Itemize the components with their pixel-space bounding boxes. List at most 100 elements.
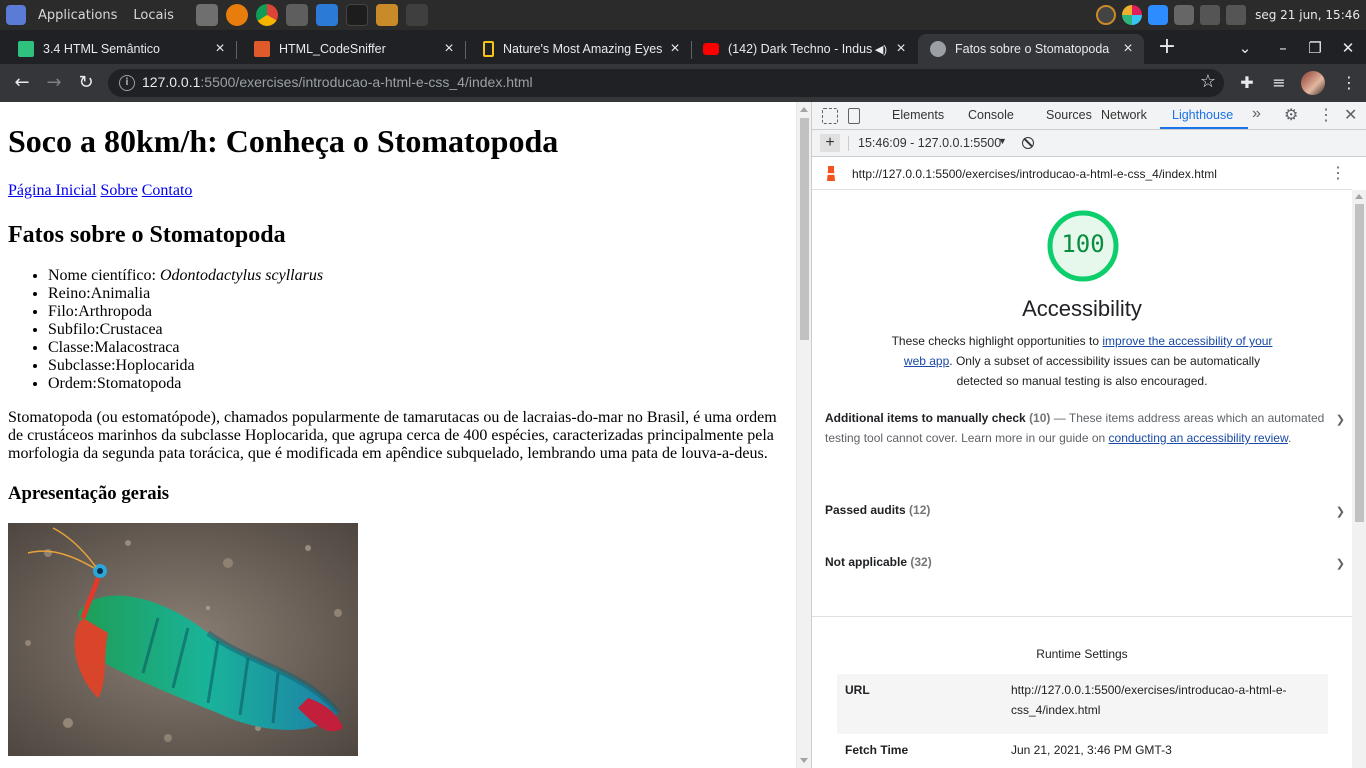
minimize-button[interactable]: – xyxy=(1271,36,1295,60)
clear-reports-icon[interactable] xyxy=(1022,137,1034,149)
facts-list: Nome científico: Odontodactylus scyllaru… xyxy=(48,267,323,393)
group-passed-audits[interactable]: Passed audits (12) ❯ xyxy=(825,500,1345,522)
fact-label: Ordem: xyxy=(48,375,97,392)
group-title: Not applicable xyxy=(825,555,908,569)
facts-heading: Fatos sobre o Stomatopoda xyxy=(8,222,286,248)
device-toolbar-icon[interactable] xyxy=(848,108,860,124)
maximize-button[interactable]: ❐ xyxy=(1303,36,1327,60)
group-count: (32) xyxy=(910,555,932,569)
slack-tray-icon[interactable] xyxy=(1122,5,1143,25)
file-manager-launcher-icon[interactable] xyxy=(195,4,218,26)
url-text[interactable]: 127.0.0.1:5500/exercises/introducao-a-ht… xyxy=(142,74,533,90)
search-launcher-icon[interactable] xyxy=(405,4,428,26)
forward-button[interactable]: → xyxy=(42,71,66,95)
fact-label: Subfilo: xyxy=(48,321,100,338)
tab-sources[interactable]: Sources xyxy=(1046,108,1092,122)
report-selector[interactable]: 15:46:09 - 127.0.0.1:5500 xyxy=(858,136,1001,150)
tab-html-semantico[interactable]: 3.4 HTML Semântico × xyxy=(0,34,237,64)
folder-launcher-icon[interactable] xyxy=(285,4,308,26)
close-tab-icon[interactable]: × xyxy=(665,40,685,58)
scroll-up-arrow-icon[interactable] xyxy=(800,107,808,112)
close-tab-icon[interactable]: × xyxy=(1118,40,1138,58)
archive-launcher-icon[interactable] xyxy=(375,4,398,26)
chrome-launcher-icon[interactable] xyxy=(255,4,278,26)
chrome-menu-icon[interactable]: ⋮ xyxy=(1339,73,1359,93)
scroll-up-arrow-icon[interactable] xyxy=(1355,194,1363,199)
reload-button[interactable]: ↻ xyxy=(74,71,98,95)
scrollbar-thumb[interactable] xyxy=(1355,204,1364,522)
new-tab-button[interactable]: + xyxy=(1155,36,1179,60)
tab-html-codesniffer[interactable]: HTML_CodeSniffer × xyxy=(236,34,466,64)
wifi-tray-icon[interactable] xyxy=(1226,5,1247,25)
nav-link-contact[interactable]: Contato xyxy=(142,182,193,199)
places-menu[interactable]: Locais xyxy=(125,8,181,23)
crosshair-tray-icon[interactable] xyxy=(1096,5,1117,25)
list-item: Subclasse:Hoplocarida xyxy=(48,357,323,375)
nav-link-about[interactable]: Sobre xyxy=(100,182,137,199)
profile-avatar[interactable] xyxy=(1301,71,1325,95)
nav-link-home[interactable]: Página Inicial xyxy=(8,182,96,199)
natgeo-icon xyxy=(483,41,494,57)
document-icon xyxy=(18,41,34,57)
accessibility-review-link[interactable]: conducting an accessibility review xyxy=(1109,431,1288,445)
scrollbar-thumb[interactable] xyxy=(800,118,809,340)
scroll-down-arrow-icon[interactable] xyxy=(800,758,808,763)
chevron-down-icon[interactable]: ❯ xyxy=(1336,502,1345,522)
close-tab-icon[interactable]: × xyxy=(891,40,911,58)
active-tab-indicator xyxy=(1160,127,1248,129)
vscode-launcher-icon[interactable] xyxy=(315,4,338,26)
tab-lighthouse[interactable]: Lighthouse xyxy=(1172,108,1233,122)
close-window-button[interactable]: ✕ xyxy=(1336,36,1360,60)
close-tab-icon[interactable]: × xyxy=(210,40,230,58)
tab-network[interactable]: Network xyxy=(1101,108,1147,122)
more-tabs-chevron-icon[interactable]: » xyxy=(1252,105,1261,123)
tab-fatos-stomatopoda[interactable]: Fatos sobre o Stomatopoda × xyxy=(918,34,1144,64)
tab-natures-eyes[interactable]: Nature's Most Amazing Eyes × xyxy=(465,34,692,64)
runtime-row-fetch-time: Fetch Time Jun 21, 2021, 3:46 PM GMT-3 xyxy=(837,734,1328,768)
media-controls-icon[interactable]: ≡ xyxy=(1269,73,1289,93)
applications-menu[interactable]: Applications xyxy=(30,8,125,23)
chevron-down-icon[interactable]: ▼ xyxy=(998,136,1007,146)
fact-label: Classe: xyxy=(48,339,95,356)
tab-search-button[interactable]: ⌄ xyxy=(1233,36,1257,60)
group-not-applicable[interactable]: Not applicable (32) ❯ xyxy=(825,552,1345,574)
tab-elements[interactable]: Elements xyxy=(892,108,944,122)
inspect-element-icon[interactable] xyxy=(822,108,838,124)
zoom-tray-icon[interactable] xyxy=(1148,5,1169,25)
record-tray-icon[interactable] xyxy=(1174,5,1195,25)
info-icon[interactable]: i xyxy=(119,75,135,91)
devtools-tab-bar: Elements Console Sources Network Lightho… xyxy=(812,102,1366,130)
report-menu-icon[interactable]: ⋮ xyxy=(1330,163,1346,183)
group-end: . xyxy=(1287,431,1292,445)
close-devtools-icon[interactable]: ✕ xyxy=(1344,105,1357,125)
gear-icon[interactable]: ⚙ xyxy=(1284,105,1298,125)
close-tab-icon[interactable]: × xyxy=(439,40,459,58)
page-scrollbar[interactable] xyxy=(796,102,811,768)
clock[interactable]: seg 21 jun, 15:46 xyxy=(1249,8,1366,22)
group-manual-checks[interactable]: Additional items to manually check (10) … xyxy=(825,408,1345,448)
runtime-row-url: URL http://127.0.0.1:5500/exercises/intr… xyxy=(837,674,1328,734)
tab-title: Fatos sobre o Stomatopoda xyxy=(955,42,1110,56)
description-paragraph: Stomatopoda (ou estomatópode), chamados … xyxy=(8,409,777,462)
tab-dark-techno[interactable]: (142) Dark Techno - Indus ◀) × xyxy=(691,34,917,64)
os-logo-icon[interactable] xyxy=(6,5,26,25)
moon-app-launcher-icon[interactable] xyxy=(345,4,368,26)
chevron-down-icon[interactable]: ❯ xyxy=(1336,410,1345,430)
runtime-key: URL xyxy=(845,683,870,697)
category-title: Accessibility xyxy=(1022,296,1142,321)
devtools-menu-icon[interactable]: ⋮ xyxy=(1318,105,1334,125)
address-bar[interactable]: i 127.0.0.1:5500/exercises/introducao-a-… xyxy=(108,69,1224,97)
tab-console[interactable]: Console xyxy=(968,108,1014,122)
mantis-shrimp-illustration xyxy=(8,523,358,756)
speaker-icon[interactable]: ◀) xyxy=(875,43,887,56)
pen-tray-icon[interactable] xyxy=(1200,5,1221,25)
extensions-puzzle-icon[interactable]: ✚ xyxy=(1237,73,1257,93)
blender-launcher-icon[interactable] xyxy=(225,4,248,26)
mantis-shrimp-photo xyxy=(8,523,358,756)
bookmark-star-icon[interactable]: ☆ xyxy=(1200,71,1216,92)
back-button[interactable]: ← xyxy=(10,71,34,95)
fact-label: Filo: xyxy=(48,303,79,320)
chevron-down-icon[interactable]: ❯ xyxy=(1336,554,1345,574)
devtools-scrollbar[interactable] xyxy=(1352,190,1366,768)
new-report-button[interactable]: + xyxy=(820,134,840,152)
